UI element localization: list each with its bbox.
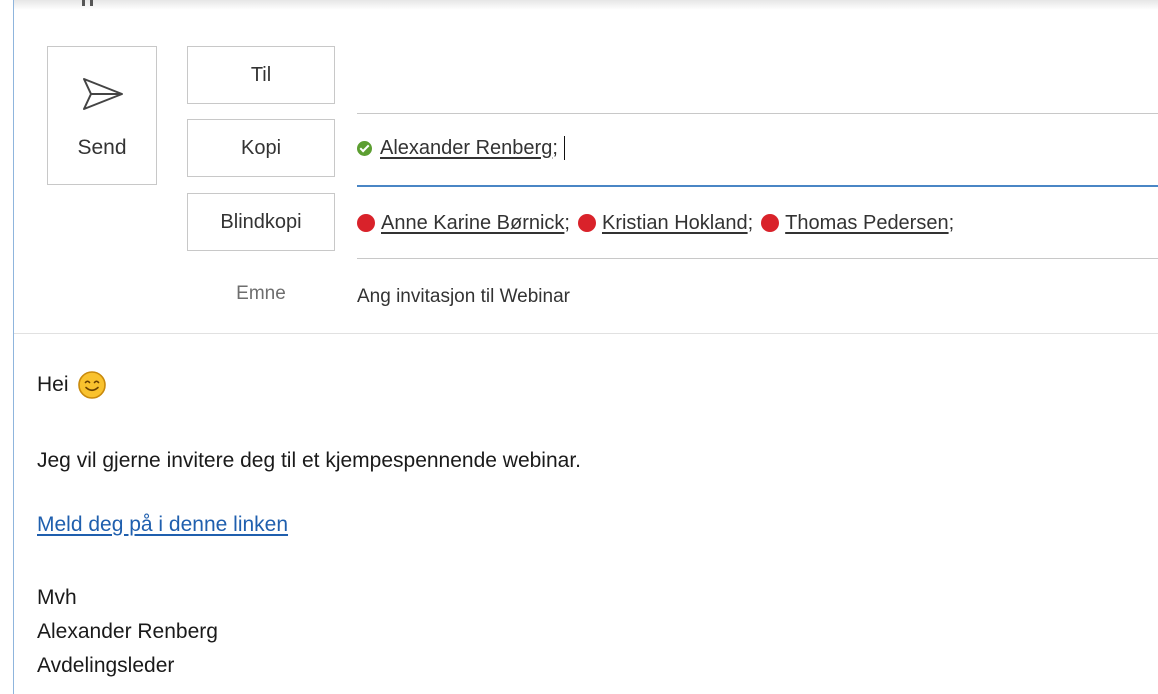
bcc-field-line bbox=[357, 258, 1158, 259]
body-paragraph: Jeg vil gjerne invitere deg til et kjemp… bbox=[37, 449, 582, 472]
signup-link[interactable]: Meld deg på i denne linken bbox=[37, 513, 288, 536]
cc-recipient[interactable]: Alexander Renberg ; bbox=[357, 137, 558, 160]
bcc-field[interactable]: Anne Karine Børnick ; Kristian Hokland ;… bbox=[357, 208, 954, 238]
cc-button[interactable]: Kopi bbox=[187, 119, 335, 177]
presence-busy-icon bbox=[577, 214, 596, 232]
send-label: Send bbox=[77, 136, 127, 159]
recipient-separator: ; bbox=[747, 211, 754, 234]
to-field-line[interactable] bbox=[357, 113, 1158, 114]
bcc-recipient[interactable]: Kristian Hokland ; bbox=[577, 211, 761, 235]
left-border bbox=[13, 0, 14, 694]
sender-name: Alexander Renberg bbox=[37, 620, 218, 643]
top-cropped-glyph bbox=[90, 0, 93, 6]
text-cursor bbox=[563, 136, 565, 160]
smiley-emoji-icon bbox=[77, 371, 106, 399]
compose-window: Send Til Kopi Alexander Renberg ; Blindk… bbox=[0, 0, 1158, 694]
top-cropped-glyph bbox=[82, 0, 85, 6]
to-button[interactable]: Til bbox=[187, 46, 335, 104]
signoff-text: Mvh bbox=[37, 586, 77, 609]
presence-busy-icon bbox=[761, 214, 780, 232]
cc-field[interactable]: Alexander Renberg ; bbox=[357, 133, 565, 163]
presence-available-icon bbox=[357, 140, 372, 156]
recipient-separator: ; bbox=[564, 211, 570, 234]
presence-busy-icon bbox=[357, 214, 375, 232]
recipient-name[interactable]: Thomas Pedersen bbox=[785, 212, 948, 235]
sender-title: Avdelingsleder bbox=[37, 654, 175, 677]
top-shadow bbox=[14, 0, 1158, 10]
recipient-name[interactable]: Kristian Hokland bbox=[602, 212, 748, 235]
recipient-name[interactable]: Anne Karine Børnick bbox=[381, 212, 564, 235]
recipient-name[interactable]: Alexander Renberg bbox=[380, 137, 552, 160]
greeting-line[interactable]: Hei bbox=[37, 370, 107, 400]
send-icon bbox=[83, 78, 123, 110]
body-divider bbox=[14, 333, 1158, 334]
signup-link-line[interactable]: Meld deg på i denne linken bbox=[37, 513, 288, 537]
recipient-separator: ; bbox=[552, 136, 558, 159]
cc-field-underline bbox=[357, 185, 1158, 187]
greeting-text: Hei bbox=[37, 373, 69, 396]
bcc-recipient[interactable]: Anne Karine Børnick ; bbox=[357, 212, 578, 235]
bcc-recipient[interactable]: Thomas Pedersen ; bbox=[761, 212, 954, 235]
recipient-separator: ; bbox=[948, 211, 955, 234]
subject-label: Emne bbox=[236, 283, 286, 304]
subject-input[interactable] bbox=[357, 282, 1137, 312]
send-button[interactable]: Send bbox=[47, 46, 157, 185]
bcc-button[interactable]: Blindkopi bbox=[187, 193, 335, 251]
